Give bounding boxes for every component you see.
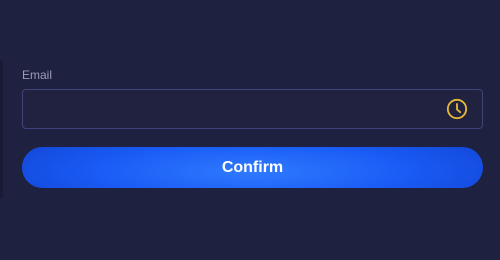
left-edge-divider: [0, 60, 3, 198]
clock-icon[interactable]: [446, 98, 468, 120]
email-form: Email Confirm: [22, 68, 483, 188]
confirm-button[interactable]: Confirm: [22, 147, 483, 188]
email-field[interactable]: [22, 89, 483, 129]
email-label: Email: [22, 68, 53, 82]
email-input[interactable]: [23, 90, 482, 128]
